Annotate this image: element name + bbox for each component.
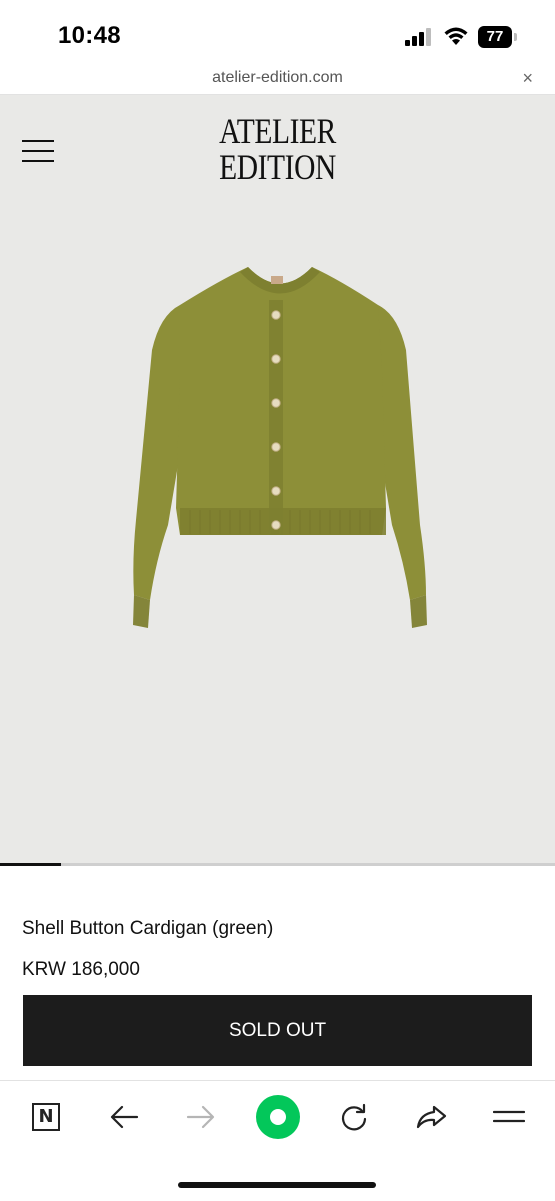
url-bar[interactable]: atelier-edition.com × [0,66,555,95]
signal-icon [405,28,431,46]
product-price: KRW 186,000 [22,959,140,980]
carousel-progress-fill [0,863,62,866]
forward-arrow-icon[interactable] [179,1095,223,1139]
wifi-icon [444,27,468,45]
refresh-icon[interactable] [332,1095,376,1139]
cardigan-product-image [133,267,427,628]
product-image-gallery[interactable]: ATELIER EDITION [0,95,555,865]
green-dot-button[interactable] [256,1095,300,1139]
n-app-icon[interactable]: N [24,1095,68,1139]
status-time: 10:48 [58,22,121,49]
home-indicator [178,1182,376,1188]
share-icon[interactable] [409,1095,453,1139]
status-bar: 10:48 77 [0,0,555,66]
menu-icon[interactable] [487,1095,531,1139]
battery-level: 77 [478,26,512,48]
brand-logo[interactable]: ATELIER EDITION [0,113,555,185]
brand-logo-line1: ATELIER [219,111,336,151]
url-text[interactable]: atelier-edition.com [0,69,555,87]
product-name: Shell Button Cardigan (green) [22,918,274,939]
browser-toolbar: N [0,1080,555,1201]
close-icon[interactable]: × [522,68,533,89]
sold-out-button[interactable]: SOLD OUT [23,995,532,1066]
back-arrow-icon[interactable] [102,1095,146,1139]
image-carousel-progress [0,863,555,866]
battery-icon: 77 [478,26,518,48]
brand-logo-line2: EDITION [219,147,336,187]
